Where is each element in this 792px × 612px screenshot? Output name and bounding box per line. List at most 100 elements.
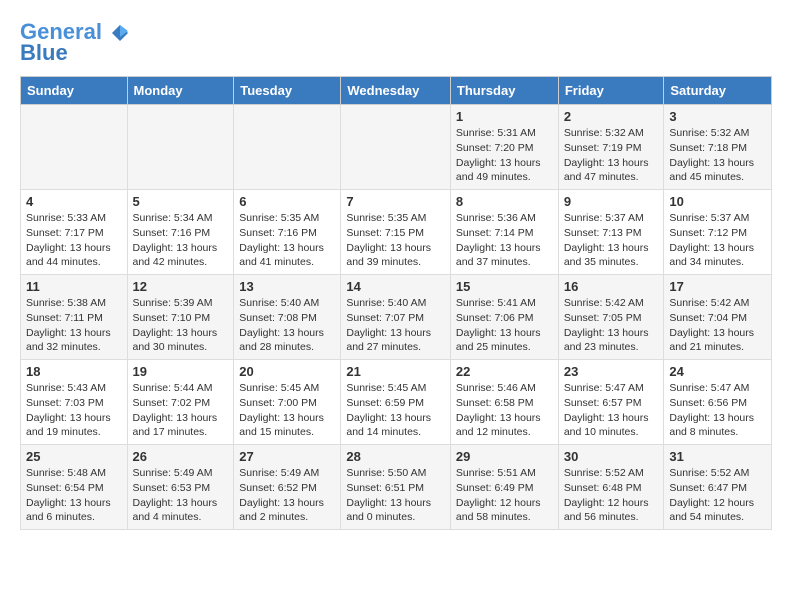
day-number: 2 — [564, 109, 659, 124]
day-number: 24 — [669, 364, 766, 379]
day-info: Sunrise: 5:43 AM Sunset: 7:03 PM Dayligh… — [26, 381, 122, 440]
day-number: 3 — [669, 109, 766, 124]
day-info: Sunrise: 5:44 AM Sunset: 7:02 PM Dayligh… — [133, 381, 229, 440]
calendar-cell: 12Sunrise: 5:39 AM Sunset: 7:10 PM Dayli… — [127, 275, 234, 360]
day-number: 12 — [133, 279, 229, 294]
day-number: 31 — [669, 449, 766, 464]
calendar-cell: 30Sunrise: 5:52 AM Sunset: 6:48 PM Dayli… — [558, 445, 664, 530]
day-info: Sunrise: 5:45 AM Sunset: 6:59 PM Dayligh… — [346, 381, 445, 440]
calendar-cell: 23Sunrise: 5:47 AM Sunset: 6:57 PM Dayli… — [558, 360, 664, 445]
calendar-cell: 13 Sunrise: 5:40 AM Sunset: 7:08 PM Dayli… — [234, 275, 341, 360]
day-number: 9 — [564, 194, 659, 209]
day-info: Sunrise: 5:33 AM Sunset: 7:17 PM Dayligh… — [26, 211, 122, 270]
weekday-header-tuesday: Tuesday — [234, 77, 341, 105]
day-number: 19 — [133, 364, 229, 379]
day-info: Sunrise: 5:47 AM Sunset: 6:56 PM Dayligh… — [669, 381, 766, 440]
day-number: 11 — [26, 279, 122, 294]
day-info: Sunrise: 5:52 AM Sunset: 6:47 PM Dayligh… — [669, 466, 766, 525]
calendar-week-1: 1Sunrise: 5:31 AM Sunset: 7:20 PM Daylig… — [21, 105, 772, 190]
calendar-cell — [341, 105, 451, 190]
day-number: 29 — [456, 449, 553, 464]
calendar-cell: 24 Sunrise: 5:47 AM Sunset: 6:56 PM Dayli… — [664, 360, 772, 445]
calendar-cell: 11 Sunrise: 5:38 AM Sunset: 7:11 PM Dayli… — [21, 275, 128, 360]
day-info: Sunrise: 5:37 AM Sunset: 7:12 PM Dayligh… — [669, 211, 766, 270]
day-number: 18 — [26, 364, 122, 379]
day-info: Sunrise: 5:52 AM Sunset: 6:48 PM Dayligh… — [564, 466, 659, 525]
day-number: 27 — [239, 449, 335, 464]
day-info: Sunrise: 5:42 AM Sunset: 7:04 PM Dayligh… — [669, 296, 766, 355]
calendar-cell: 14 Sunrise: 5:40 AM Sunset: 7:07 PM Dayli… — [341, 275, 451, 360]
day-info: Sunrise: 5:38 AM Sunset: 7:11 PM Dayligh… — [26, 296, 122, 355]
day-number: 7 — [346, 194, 445, 209]
calendar-cell: 3 Sunrise: 5:32 AM Sunset: 7:18 PM Daylig… — [664, 105, 772, 190]
calendar-cell: 9Sunrise: 5:37 AM Sunset: 7:13 PM Daylig… — [558, 190, 664, 275]
calendar-week-2: 4 Sunrise: 5:33 AM Sunset: 7:17 PM Daylig… — [21, 190, 772, 275]
calendar-cell: 28 Sunrise: 5:50 AM Sunset: 6:51 PM Dayli… — [341, 445, 451, 530]
calendar-cell: 1Sunrise: 5:31 AM Sunset: 7:20 PM Daylig… — [450, 105, 558, 190]
day-number: 5 — [133, 194, 229, 209]
calendar-cell — [127, 105, 234, 190]
day-info: Sunrise: 5:35 AM Sunset: 7:16 PM Dayligh… — [239, 211, 335, 270]
day-info: Sunrise: 5:36 AM Sunset: 7:14 PM Dayligh… — [456, 211, 553, 270]
day-number: 10 — [669, 194, 766, 209]
calendar-cell: 21 Sunrise: 5:45 AM Sunset: 6:59 PM Dayli… — [341, 360, 451, 445]
calendar-cell — [234, 105, 341, 190]
logo: General Blue — [20, 20, 130, 66]
day-info: Sunrise: 5:35 AM Sunset: 7:15 PM Dayligh… — [346, 211, 445, 270]
weekday-header-row: SundayMondayTuesdayWednesdayThursdayFrid… — [21, 77, 772, 105]
day-number: 13 — [239, 279, 335, 294]
calendar-cell: 5Sunrise: 5:34 AM Sunset: 7:16 PM Daylig… — [127, 190, 234, 275]
day-info: Sunrise: 5:40 AM Sunset: 7:07 PM Dayligh… — [346, 296, 445, 355]
day-number: 16 — [564, 279, 659, 294]
day-number: 25 — [26, 449, 122, 464]
day-number: 14 — [346, 279, 445, 294]
weekday-header-friday: Friday — [558, 77, 664, 105]
calendar-week-5: 25 Sunrise: 5:48 AM Sunset: 6:54 PM Dayli… — [21, 445, 772, 530]
day-number: 22 — [456, 364, 553, 379]
day-info: Sunrise: 5:49 AM Sunset: 6:52 PM Dayligh… — [239, 466, 335, 525]
calendar-cell: 6 Sunrise: 5:35 AM Sunset: 7:16 PM Daylig… — [234, 190, 341, 275]
day-number: 21 — [346, 364, 445, 379]
day-number: 17 — [669, 279, 766, 294]
calendar-week-4: 18 Sunrise: 5:43 AM Sunset: 7:03 PM Dayli… — [21, 360, 772, 445]
weekday-header-monday: Monday — [127, 77, 234, 105]
day-info: Sunrise: 5:51 AM Sunset: 6:49 PM Dayligh… — [456, 466, 553, 525]
page-header: General Blue — [20, 20, 772, 66]
day-info: Sunrise: 5:41 AM Sunset: 7:06 PM Dayligh… — [456, 296, 553, 355]
calendar-cell — [21, 105, 128, 190]
day-number: 15 — [456, 279, 553, 294]
day-info: Sunrise: 5:32 AM Sunset: 7:18 PM Dayligh… — [669, 126, 766, 185]
weekday-header-saturday: Saturday — [664, 77, 772, 105]
calendar-cell: 18 Sunrise: 5:43 AM Sunset: 7:03 PM Dayli… — [21, 360, 128, 445]
calendar-cell: 20 Sunrise: 5:45 AM Sunset: 7:00 PM Dayli… — [234, 360, 341, 445]
calendar-cell: 8 Sunrise: 5:36 AM Sunset: 7:14 PM Daylig… — [450, 190, 558, 275]
calendar-table: SundayMondayTuesdayWednesdayThursdayFrid… — [20, 76, 772, 530]
calendar-cell: 27 Sunrise: 5:49 AM Sunset: 6:52 PM Dayli… — [234, 445, 341, 530]
calendar-cell: 10 Sunrise: 5:37 AM Sunset: 7:12 PM Dayli… — [664, 190, 772, 275]
calendar-cell: 16 Sunrise: 5:42 AM Sunset: 7:05 PM Dayli… — [558, 275, 664, 360]
day-number: 6 — [239, 194, 335, 209]
day-info: Sunrise: 5:50 AM Sunset: 6:51 PM Dayligh… — [346, 466, 445, 525]
calendar-cell: 4 Sunrise: 5:33 AM Sunset: 7:17 PM Daylig… — [21, 190, 128, 275]
calendar-cell: 26 Sunrise: 5:49 AM Sunset: 6:53 PM Dayli… — [127, 445, 234, 530]
calendar-cell: 17 Sunrise: 5:42 AM Sunset: 7:04 PM Dayli… — [664, 275, 772, 360]
day-info: Sunrise: 5:49 AM Sunset: 6:53 PM Dayligh… — [133, 466, 229, 525]
calendar-cell: 25 Sunrise: 5:48 AM Sunset: 6:54 PM Dayli… — [21, 445, 128, 530]
calendar-cell: 22 Sunrise: 5:46 AM Sunset: 6:58 PM Dayli… — [450, 360, 558, 445]
calendar-cell: 31 Sunrise: 5:52 AM Sunset: 6:47 PM Dayli… — [664, 445, 772, 530]
calendar-cell: 2Sunrise: 5:32 AM Sunset: 7:19 PM Daylig… — [558, 105, 664, 190]
day-info: Sunrise: 5:45 AM Sunset: 7:00 PM Dayligh… — [239, 381, 335, 440]
calendar-cell: 7 Sunrise: 5:35 AM Sunset: 7:15 PM Daylig… — [341, 190, 451, 275]
weekday-header-wednesday: Wednesday — [341, 77, 451, 105]
day-info: Sunrise: 5:47 AM Sunset: 6:57 PM Dayligh… — [564, 381, 659, 440]
day-info: Sunrise: 5:40 AM Sunset: 7:08 PM Dayligh… — [239, 296, 335, 355]
day-info: Sunrise: 5:42 AM Sunset: 7:05 PM Dayligh… — [564, 296, 659, 355]
day-number: 4 — [26, 194, 122, 209]
day-info: Sunrise: 5:48 AM Sunset: 6:54 PM Dayligh… — [26, 466, 122, 525]
day-number: 20 — [239, 364, 335, 379]
day-info: Sunrise: 5:46 AM Sunset: 6:58 PM Dayligh… — [456, 381, 553, 440]
day-number: 26 — [133, 449, 229, 464]
day-number: 1 — [456, 109, 553, 124]
day-number: 28 — [346, 449, 445, 464]
day-number: 8 — [456, 194, 553, 209]
